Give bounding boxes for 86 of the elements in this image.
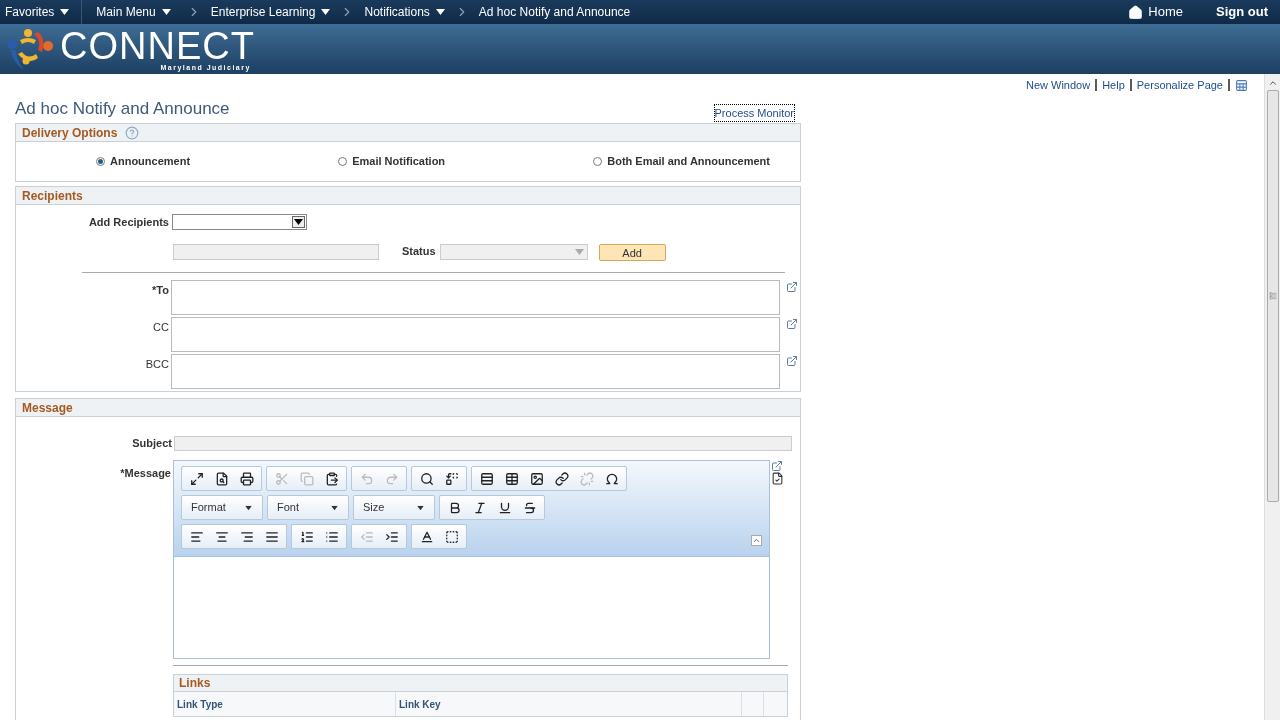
cut-icon <box>274 471 289 486</box>
section-title: Recipients <box>22 187 83 205</box>
spell-check-icon[interactable] <box>771 472 784 485</box>
maximize-icon <box>189 471 204 486</box>
expand-icon[interactable] <box>786 318 798 330</box>
caret-icon <box>331 505 338 510</box>
page-link[interactable]: Help <box>1102 76 1125 94</box>
toolbar-dropdown[interactable]: Font <box>267 495 349 520</box>
column-header[interactable]: Link Key <box>396 692 742 716</box>
radio-button[interactable] <box>96 157 105 166</box>
grip-icon <box>1268 292 1277 300</box>
grid-title: Links <box>179 675 211 692</box>
expand-icon[interactable] <box>786 281 798 293</box>
align-center-icon <box>214 529 229 544</box>
nav-menu-item[interactable]: Main Menu <box>96 3 156 21</box>
caret-icon <box>417 505 424 510</box>
scrollbar-thumb[interactable] <box>1266 90 1279 502</box>
print-icon <box>239 471 254 486</box>
radio-button[interactable] <box>593 157 603 166</box>
field-label: Subject <box>131 435 173 451</box>
numbered-icon <box>299 529 314 544</box>
home-link[interactable]: Home <box>1128 2 1183 22</box>
caret-icon <box>294 219 303 225</box>
undo-icon <box>359 471 374 486</box>
field-label: Status <box>402 243 436 259</box>
field-label: BCC <box>144 357 170 372</box>
unlink-icon <box>579 471 594 486</box>
nav-menu-item[interactable]: Favorites <box>5 3 55 21</box>
sign-out-link[interactable]: Sign out <box>1216 2 1268 22</box>
align-left-icon <box>189 529 204 544</box>
field-label: *Message <box>119 466 172 481</box>
redo-icon <box>384 471 399 486</box>
collapse-icon[interactable] <box>751 535 762 546</box>
section-title: Delivery Options <box>22 124 118 142</box>
image-icon <box>529 471 544 486</box>
caret-icon <box>245 505 252 510</box>
find-icon <box>419 471 434 486</box>
outdent-icon <box>359 529 374 544</box>
home-icon <box>1128 4 1144 20</box>
radio-option[interactable]: Email Notification <box>338 153 446 170</box>
field-label: CC <box>152 320 170 335</box>
table-icon <box>504 471 519 486</box>
preview-icon <box>214 471 229 486</box>
page-link[interactable]: New Window <box>1025 76 1091 94</box>
link-icon <box>554 471 569 486</box>
field-label: *To <box>151 283 170 298</box>
page-title: Ad hoc Notify and Announce <box>15 97 230 120</box>
address-field[interactable] <box>171 280 780 315</box>
subject-field[interactable] <box>174 435 792 451</box>
process-monitor-link[interactable]: Process Monitor <box>713 103 795 122</box>
underline-icon <box>497 500 512 515</box>
add-button[interactable]: Add <box>598 243 666 261</box>
logo-drawing <box>4 26 56 72</box>
toolbar-dropdown[interactable]: Size <box>353 495 435 520</box>
nav-menu-item[interactable]: Notifications <box>364 3 430 21</box>
radio-option[interactable]: Announcement <box>96 153 191 170</box>
scroll-up-icon[interactable] <box>1267 78 1278 88</box>
bulleted-icon <box>324 529 339 544</box>
italic-icon <box>472 500 487 515</box>
toolbar-dropdown[interactable]: Format <box>181 495 263 520</box>
paste-icon <box>324 471 339 486</box>
section-title: Message <box>22 399 73 417</box>
align-right-icon <box>239 529 254 544</box>
copy-icon <box>299 471 314 486</box>
address-field[interactable] <box>171 354 780 389</box>
field-label: Add Recipients <box>87 214 170 230</box>
expand-icon[interactable] <box>786 355 798 367</box>
nav-menu-item[interactable]: Enterprise Learning <box>210 3 316 21</box>
page-link[interactable]: Personalize Page <box>1136 76 1223 94</box>
symbol-icon <box>604 471 619 486</box>
caret-icon <box>574 249 584 255</box>
expand-icon[interactable] <box>771 460 783 472</box>
indent-icon <box>384 529 399 544</box>
scrollbar[interactable] <box>1264 74 1280 720</box>
text-color-icon <box>419 529 434 544</box>
nav-menu-item[interactable]: Ad hoc Notify and Announce <box>478 3 631 21</box>
brand-name: CONNECT <box>60 27 255 64</box>
column-header[interactable]: Link Type <box>174 692 396 716</box>
justify-icon <box>264 529 279 544</box>
strike-icon <box>522 500 537 515</box>
grid-icon[interactable] <box>1235 78 1248 92</box>
address-field[interactable] <box>171 317 780 352</box>
radio-option[interactable]: Both Email and Announcement <box>593 153 770 170</box>
radio-button[interactable] <box>338 157 348 166</box>
recipients-dropdown[interactable] <box>172 214 307 230</box>
text-field[interactable] <box>173 244 379 260</box>
